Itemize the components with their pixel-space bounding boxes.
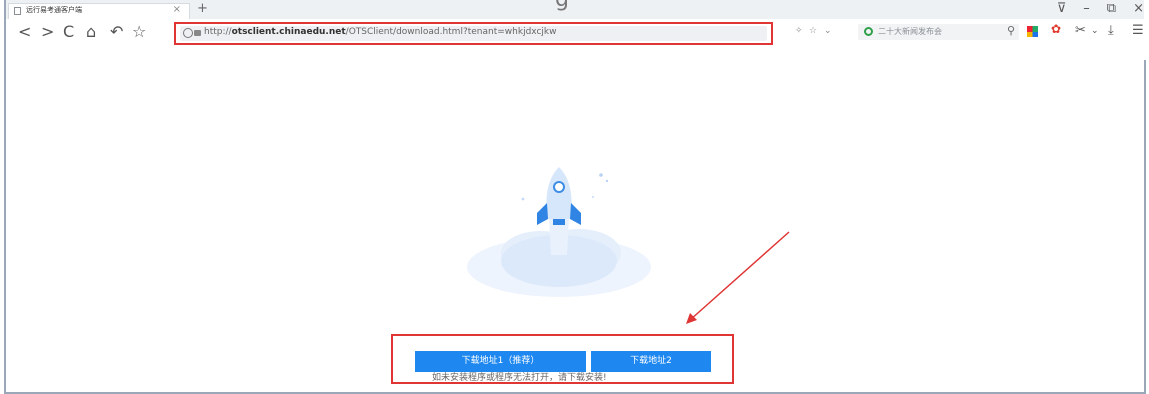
annotation-arrow (686, 231, 790, 324)
